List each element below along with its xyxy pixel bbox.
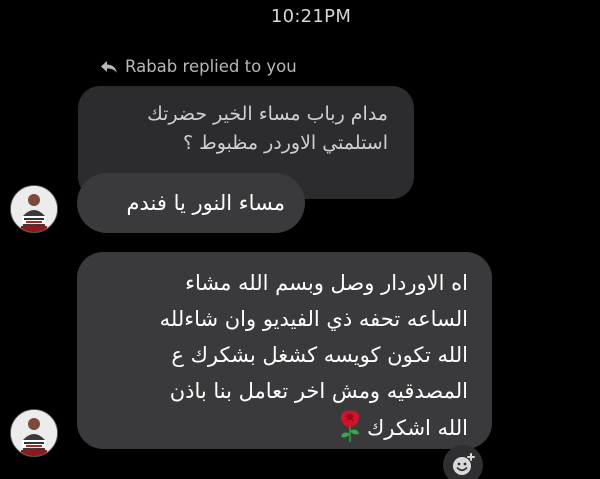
reply-context-text: Rabab replied to you [125, 57, 297, 76]
sender-avatar[interactable] [10, 185, 58, 233]
add-reaction-icon [453, 453, 475, 475]
message-timestamp: 10:21PM [270, 6, 352, 27]
message-2-line-3: الله تكون كويسه كشغل بشكرك ع [171, 343, 468, 367]
message-2-line-1: اه الاوردار وصل وبسم الله مشاء [185, 271, 468, 295]
sender-avatar[interactable] [10, 409, 58, 457]
message-2-line-2: الساعه تحفه ذي الفيديو وان شاءلله [159, 307, 468, 331]
avatar-image [11, 410, 57, 456]
message-2-line-5-text: الله اشكرك [366, 416, 468, 440]
reply-arrow-icon [101, 60, 117, 73]
message-1-text: مساء النور يا فندم [126, 191, 285, 215]
avatar-image [11, 186, 57, 232]
add-reaction-button[interactable] [443, 445, 483, 479]
reply-context-label: Rabab replied to you [100, 57, 297, 76]
message-2-line-5: الله اشكرك [91, 409, 468, 446]
message-2-line-4: المصدقيه ومش اخر تعامل بنا باذن [169, 379, 468, 403]
message-bubble-2[interactable]: اه الاوردار وصل وبسم الله مشاء الساعه تح… [77, 252, 492, 449]
rose-icon [340, 410, 359, 442]
quoted-line-1: مدام رباب مساء الخير حضرتك [147, 103, 388, 125]
message-bubble-1[interactable]: مساء النور يا فندم [77, 173, 305, 233]
quoted-line-2: استلمتي الاوردر مظبوط ؟ [183, 132, 388, 154]
